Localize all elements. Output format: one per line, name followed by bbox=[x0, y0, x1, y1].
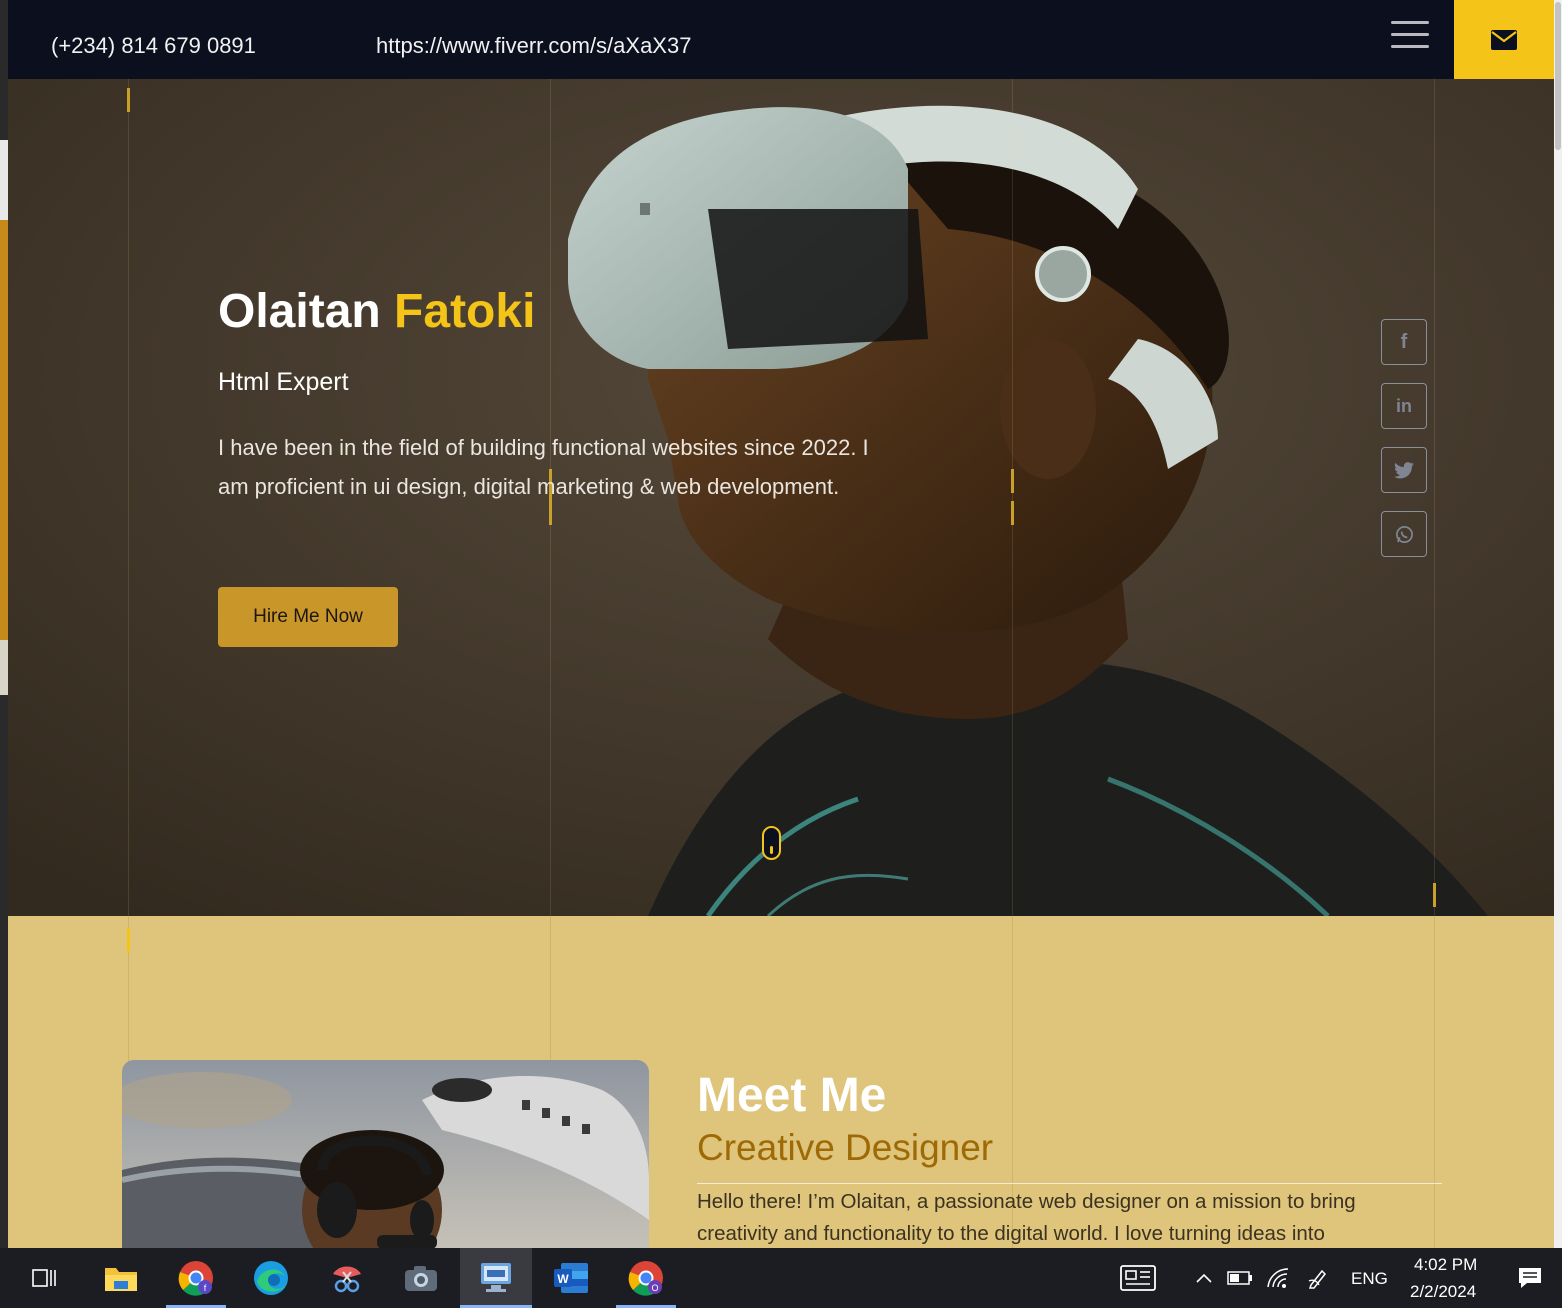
hero-section: Olaitan Fatoki Html Expert I have been i… bbox=[8, 79, 1554, 916]
chrome-icon[interactable]: f bbox=[166, 1248, 226, 1308]
facebook-button[interactable]: f bbox=[1381, 319, 1427, 365]
hero-last-name: Fatoki bbox=[394, 285, 536, 338]
clock-time[interactable]: 4:02 PM bbox=[1414, 1255, 1477, 1275]
page-scrollbar[interactable] bbox=[1554, 0, 1562, 1248]
grid-line bbox=[128, 79, 129, 916]
linkedin-icon: in bbox=[1396, 395, 1412, 416]
envelope-icon bbox=[1491, 29, 1517, 50]
hero-subtitle: Html Expert bbox=[218, 368, 349, 396]
about-subtitle: Creative Designer bbox=[697, 1127, 994, 1168]
remote-desktop-icon[interactable] bbox=[460, 1248, 532, 1308]
scrollbar-thumb[interactable] bbox=[1555, 2, 1561, 150]
file-explorer-icon[interactable] bbox=[96, 1248, 146, 1308]
word-icon[interactable]: W bbox=[546, 1248, 596, 1308]
windows-taskbar: f W O ENG 4:02 PM 2/2/2024 bbox=[0, 1248, 1562, 1308]
chrome-profile-icon[interactable]: O bbox=[616, 1248, 676, 1308]
grid-tick bbox=[1011, 501, 1014, 525]
whatsapp-icon bbox=[1395, 525, 1413, 543]
screen: { "topbar": { "phone": "(+234) 814 679 0… bbox=[0, 0, 1562, 1308]
clock-date[interactable]: 2/2/2024 bbox=[1410, 1282, 1476, 1302]
mouse-scroll-icon[interactable] bbox=[762, 826, 781, 860]
chevron-up-icon[interactable] bbox=[1192, 1248, 1216, 1308]
background-window-edge bbox=[0, 0, 8, 1248]
hire-me-button[interactable]: Hire Me Now bbox=[218, 587, 398, 647]
about-section: Meet Me Creative Designer Hello there! I… bbox=[8, 916, 1554, 1248]
phone-number[interactable]: (+234) 814 679 0891 bbox=[51, 33, 256, 59]
wifi-icon[interactable] bbox=[1264, 1248, 1292, 1308]
notifications-icon[interactable] bbox=[1512, 1248, 1548, 1308]
snipping-tool-icon[interactable] bbox=[322, 1248, 372, 1308]
grid-line bbox=[1434, 79, 1435, 916]
pen-icon[interactable] bbox=[1304, 1248, 1332, 1308]
grid-line bbox=[1012, 79, 1013, 916]
svg-text:W: W bbox=[557, 1272, 569, 1286]
hero-first-name: Olaitan bbox=[218, 285, 381, 338]
mail-button[interactable] bbox=[1454, 0, 1554, 79]
hero-description: I have been in the field of building fun… bbox=[218, 435, 869, 499]
about-description: Hello there! I’m Olaitan, a passionate w… bbox=[697, 1190, 1356, 1245]
hamburger-menu-icon[interactable] bbox=[1391, 21, 1431, 53]
linkedin-button[interactable]: in bbox=[1381, 383, 1427, 429]
edge-icon[interactable] bbox=[246, 1248, 296, 1308]
news-widget-icon[interactable] bbox=[1116, 1248, 1160, 1308]
language-indicator[interactable]: ENG bbox=[1351, 1269, 1388, 1289]
grid-tick bbox=[127, 928, 130, 952]
camera-icon[interactable] bbox=[396, 1248, 446, 1308]
grid-tick bbox=[1011, 469, 1014, 493]
grid-tick bbox=[127, 88, 130, 112]
hero-name: Olaitan Fatoki bbox=[218, 284, 535, 339]
battery-icon[interactable] bbox=[1226, 1248, 1254, 1308]
about-divider bbox=[697, 1183, 1442, 1184]
task-view-icon[interactable] bbox=[22, 1248, 68, 1308]
fiverr-link[interactable]: https://www.fiverr.com/s/aXaX37 bbox=[376, 33, 691, 59]
twitter-icon bbox=[1394, 461, 1414, 478]
about-title: Meet Me bbox=[697, 1069, 887, 1122]
twitter-button[interactable] bbox=[1381, 447, 1427, 493]
svg-text:O: O bbox=[651, 1283, 658, 1293]
top-bar: (+234) 814 679 0891 https://www.fiverr.c… bbox=[8, 0, 1554, 79]
facebook-icon: f bbox=[1400, 330, 1408, 353]
grid-tick bbox=[1433, 883, 1436, 907]
whatsapp-button[interactable] bbox=[1381, 511, 1427, 557]
about-photo bbox=[122, 1060, 649, 1248]
